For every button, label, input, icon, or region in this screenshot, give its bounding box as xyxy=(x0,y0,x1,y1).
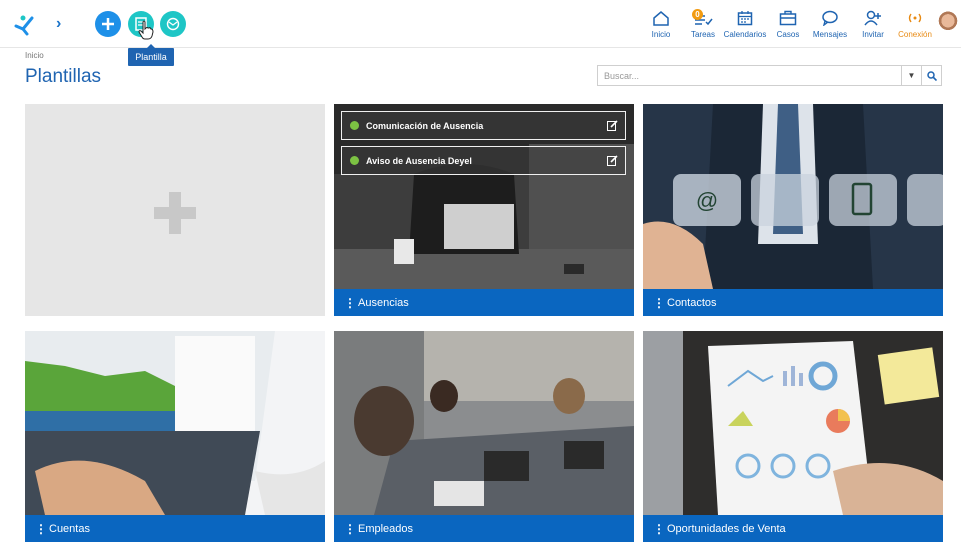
add-template-card[interactable] xyxy=(25,104,325,316)
card-footer: ⋮ Empleados xyxy=(334,515,634,542)
message-icon xyxy=(822,10,838,26)
search-box: ▼ xyxy=(597,65,942,86)
connection-icon xyxy=(908,13,922,23)
search-dropdown-button[interactable]: ▼ xyxy=(901,66,921,85)
home-icon xyxy=(653,11,669,26)
tasks-badge: 0 xyxy=(692,9,703,20)
tooltip: Plantilla xyxy=(128,44,174,66)
calendar-icon xyxy=(737,11,753,26)
status-dot xyxy=(350,156,359,165)
invite-icon xyxy=(864,10,881,26)
search-icon xyxy=(926,70,937,81)
more-options-icon[interactable]: ⋮ xyxy=(653,522,667,536)
card-title: Ausencias xyxy=(358,296,409,309)
category-card-cuentas[interactable]: ⋮ Cuentas xyxy=(25,331,325,542)
add-button[interactable] xyxy=(95,11,121,37)
page-title: Plantillas xyxy=(25,66,102,87)
logo-icon[interactable] xyxy=(12,12,36,36)
svg-text:@: @ xyxy=(696,188,718,213)
hand-cursor-icon xyxy=(138,20,154,40)
category-card-empleados[interactable]: ⋮ Empleados xyxy=(334,331,634,542)
card-title: Oportunidades de Venta xyxy=(667,522,786,535)
nav-mensajes-label: Mensajes xyxy=(812,30,848,39)
more-options-icon[interactable]: ⋮ xyxy=(344,522,358,536)
status-dot xyxy=(350,121,359,130)
search-input[interactable] xyxy=(598,66,901,85)
contacts-image: @ xyxy=(643,104,943,289)
briefcase-icon xyxy=(779,10,797,26)
nav-invitar-label: Invitar xyxy=(862,30,884,39)
card-footer: ⋮ Oportunidades de Venta xyxy=(643,515,943,542)
more-options-icon[interactable]: ⋮ xyxy=(344,296,358,310)
edit-icon[interactable] xyxy=(607,120,618,131)
employees-image xyxy=(334,331,634,515)
caret-down-icon: ▼ xyxy=(907,71,916,80)
process-button[interactable] xyxy=(160,11,186,37)
template-name: Aviso de Ausencia Deyel xyxy=(366,155,472,166)
card-title: Contactos xyxy=(667,296,717,309)
globe-icon xyxy=(166,17,180,31)
card-footer: ⋮ Cuentas xyxy=(25,515,325,542)
more-options-icon[interactable]: ⋮ xyxy=(653,296,667,310)
search-button[interactable] xyxy=(921,66,941,85)
accounts-image xyxy=(25,331,325,515)
avatar[interactable] xyxy=(936,11,960,39)
nav-conexion[interactable]: Conexión xyxy=(890,7,940,39)
template-name: Comunicación de Ausencia xyxy=(366,120,484,131)
more-options-icon[interactable]: ⋮ xyxy=(35,522,49,536)
template-item[interactable]: Aviso de Ausencia Deyel xyxy=(341,146,626,175)
card-title: Cuentas xyxy=(49,522,90,535)
nav-calendarios-label: Calendarios xyxy=(723,30,767,39)
nav-tareas-label: Tareas xyxy=(690,30,715,39)
expand-menu-icon[interactable]: › xyxy=(56,14,70,34)
nav-inicio-label: Inicio xyxy=(651,30,671,39)
card-footer: ⋮ Contactos xyxy=(643,289,943,316)
top-bar: › Inicio 0 Tareas Calendarios Casos Mens… xyxy=(0,0,961,48)
template-item[interactable]: Comunicación de Ausencia xyxy=(341,111,626,140)
card-title: Empleados xyxy=(358,522,414,535)
edit-icon[interactable] xyxy=(607,155,618,166)
nav-conexion-label: Conexión xyxy=(898,30,932,39)
plus-icon xyxy=(102,18,114,30)
card-footer: ⋮ Ausencias xyxy=(334,289,634,316)
category-card-ausencias[interactable]: Comunicación de Ausencia Aviso de Ausenc… xyxy=(334,104,634,316)
nav-casos-label: Casos xyxy=(776,30,800,39)
category-card-oportunidades[interactable]: ⋮ Oportunidades de Venta xyxy=(643,331,943,542)
category-card-contactos[interactable]: @ ⋮ Contactos xyxy=(643,104,943,316)
breadcrumb[interactable]: Inicio xyxy=(25,51,44,60)
sales-image xyxy=(643,331,943,515)
